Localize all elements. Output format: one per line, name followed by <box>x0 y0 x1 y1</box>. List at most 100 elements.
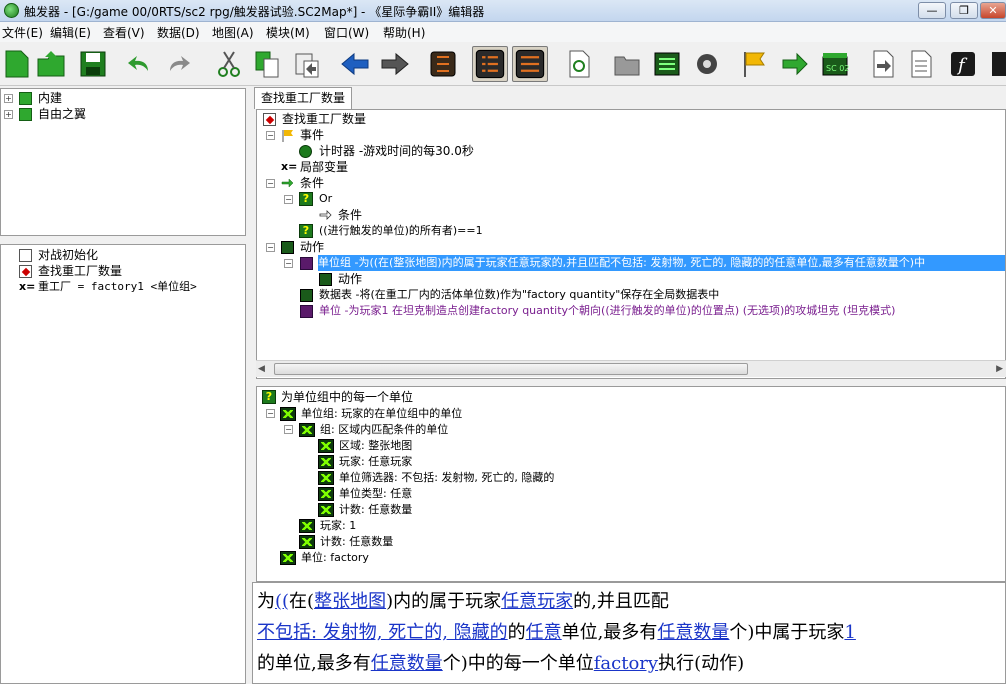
condition-owner[interactable]: ((进行触发的单位)的所有者)==1 <box>319 223 483 239</box>
more-tools-icon[interactable] <box>992 49 1006 79</box>
collapse-toggle[interactable]: − <box>266 179 275 188</box>
redo-icon[interactable] <box>164 49 194 79</box>
flag-icon[interactable] <box>740 49 770 79</box>
function-icon: ? <box>262 390 276 404</box>
menu-data[interactable]: 数据(D) <box>157 24 200 41</box>
menu-map[interactable]: 地图(A) <box>212 24 254 41</box>
collapse-toggle[interactable]: − <box>266 131 275 140</box>
sub-actions-clapper-icon <box>319 273 332 286</box>
tab-find-factory[interactable]: 查找重工厂数量 <box>254 87 353 109</box>
sentence-text: )内的属于玩家 <box>386 591 502 612</box>
scrollbar-thumb[interactable] <box>274 363 748 375</box>
event-timer[interactable]: 计时器 -游戏时间的每30.0秒 <box>319 143 474 159</box>
data-table-action-icon <box>300 289 313 302</box>
parameter-icon <box>299 519 315 533</box>
collapse-toggle[interactable]: − <box>266 409 275 418</box>
expand-toggle[interactable]: + <box>4 110 13 119</box>
menu-edit[interactable]: 编辑(E) <box>50 24 91 41</box>
sentence-text: 为 <box>257 591 275 612</box>
param-region[interactable]: 区域: 整张地图 <box>339 438 412 454</box>
export-icon[interactable] <box>868 49 898 79</box>
sentence-link-unit-variable[interactable]: factory <box>594 653 658 674</box>
collapse-toggle[interactable]: − <box>284 425 293 434</box>
or-condition-icon: ? <box>299 192 313 206</box>
sentence-link-player-number[interactable]: 1 <box>844 622 855 643</box>
new-file-icon[interactable] <box>2 49 32 79</box>
sentence-link-unit-type[interactable]: 任意 <box>526 622 562 643</box>
forward-arrow-icon[interactable] <box>380 49 410 79</box>
parameter-icon <box>318 471 334 485</box>
collapse-toggle[interactable]: − <box>284 259 293 268</box>
menu-module[interactable]: 模块(M) <box>266 24 310 41</box>
scroll-left-icon[interactable]: ◀ <box>258 364 265 374</box>
action-data-table[interactable]: 数据表 -将(在重工厂内的活体单位数)作为"factory quantity"保… <box>319 287 719 303</box>
settings-gear-icon[interactable] <box>692 49 722 79</box>
collapse-toggle[interactable]: − <box>284 195 293 204</box>
param-player-1[interactable]: 玩家: 1 <box>320 518 356 534</box>
param-unit-filter[interactable]: 单位筛选器: 不包括: 发射物, 死亡的, 隐藏的 <box>339 470 554 486</box>
trigger-item-find-factory[interactable]: 查找重工厂数量 <box>38 263 122 279</box>
copy-icon[interactable] <box>252 49 282 79</box>
conditions-node[interactable]: 条件 <box>300 175 324 191</box>
close-button[interactable]: ✕ <box>980 2 1006 19</box>
condition-icon: ? <box>299 224 313 238</box>
expand-toggle[interactable]: + <box>4 94 13 103</box>
data-list-icon[interactable] <box>652 49 682 79</box>
document-icon[interactable] <box>906 49 936 79</box>
open-folder-icon[interactable] <box>36 49 66 79</box>
maximize-button[interactable]: ❐ <box>950 2 978 19</box>
menu-help[interactable]: 帮助(H) <box>383 24 425 41</box>
horizontal-scrollbar[interactable]: ◀ ▶ <box>256 360 1006 377</box>
cinematic-icon[interactable]: SC 02 <box>820 49 850 79</box>
or-conditions-node[interactable]: 条件 <box>338 207 362 223</box>
param-count[interactable]: 计数: 任意数量 <box>339 502 412 518</box>
function-icon[interactable]: f <box>948 49 978 79</box>
or-node[interactable]: Or <box>319 191 332 207</box>
parameter-icon <box>318 503 334 517</box>
sentence-link-count[interactable]: 任意数量 <box>657 622 729 643</box>
menu-file[interactable]: 文件(E) <box>2 24 43 41</box>
trigger-root[interactable]: 查找重工厂数量 <box>282 111 366 127</box>
cut-icon[interactable] <box>214 49 244 79</box>
save-icon[interactable] <box>78 49 108 79</box>
menu-window[interactable]: 窗口(W) <box>324 24 369 41</box>
sentence-link-count-2[interactable]: 任意数量 <box>371 653 443 674</box>
timer-icon <box>299 145 312 158</box>
script-editor-icon[interactable] <box>512 46 548 82</box>
action-pick-each-unit[interactable]: 单位组 -为((在(整张地图)内的属于玩家任意玩家的,并且匹配不包括: 发射物,… <box>318 255 1005 271</box>
scroll-right-icon[interactable]: ▶ <box>996 364 1003 374</box>
sentence-link-player[interactable]: 任意玩家 <box>501 591 573 612</box>
action-create-unit[interactable]: 单位 -为玩家1 在坦克制造点创建factory quantity个朝向((进行… <box>319 303 895 319</box>
sentence-link-unit-group[interactable]: (( <box>275 591 289 612</box>
library-icon <box>19 108 32 121</box>
param-group[interactable]: 组: 区域内匹配条件的单位 <box>320 422 448 438</box>
detail-root[interactable]: 为单位组中的每一个单位 <box>281 389 413 405</box>
back-arrow-icon[interactable] <box>340 49 370 79</box>
folder-icon[interactable] <box>612 49 642 79</box>
minimize-button[interactable]: — <box>918 2 946 19</box>
sentence-link-filter[interactable]: 不包括: 发射物, 死亡的, 隐藏的 <box>257 622 508 643</box>
sub-actions-node[interactable]: 动作 <box>338 271 362 287</box>
trigger-item-melee-init[interactable]: 对战初始化 <box>38 247 98 263</box>
actions-node[interactable]: 动作 <box>300 239 324 255</box>
trigger-editor-icon[interactable] <box>472 46 508 82</box>
tree-item-wings-of-liberty[interactable]: 自由之翼 <box>38 106 86 122</box>
param-unit-type[interactable]: 单位类型: 任意 <box>339 486 412 502</box>
param-count-2[interactable]: 计数: 任意数量 <box>320 534 393 550</box>
variable-item-factory[interactable]: 重工厂 = factory1 <单位组> <box>38 279 197 295</box>
paste-icon[interactable] <box>292 49 322 79</box>
local-variables-node[interactable]: 局部变量 <box>300 159 348 175</box>
trigger-module-icon[interactable] <box>428 49 458 79</box>
param-player[interactable]: 玩家: 任意玩家 <box>339 454 412 470</box>
undo-icon[interactable] <box>124 49 154 79</box>
green-arrow-icon[interactable] <box>780 49 810 79</box>
events-node[interactable]: 事件 <box>300 127 324 143</box>
parameter-icon <box>299 423 315 437</box>
collapse-toggle[interactable]: − <box>266 243 275 252</box>
sentence-link-region[interactable]: 整张地图 <box>314 591 386 612</box>
menu-view[interactable]: 查看(V) <box>103 24 145 41</box>
text-document-icon[interactable] <box>564 49 594 79</box>
tree-item-builtin[interactable]: 内建 <box>38 90 62 106</box>
param-unit-variable[interactable]: 单位: factory <box>301 550 369 566</box>
param-unit-group[interactable]: 单位组: 玩家的在单位组中的单位 <box>301 406 462 422</box>
